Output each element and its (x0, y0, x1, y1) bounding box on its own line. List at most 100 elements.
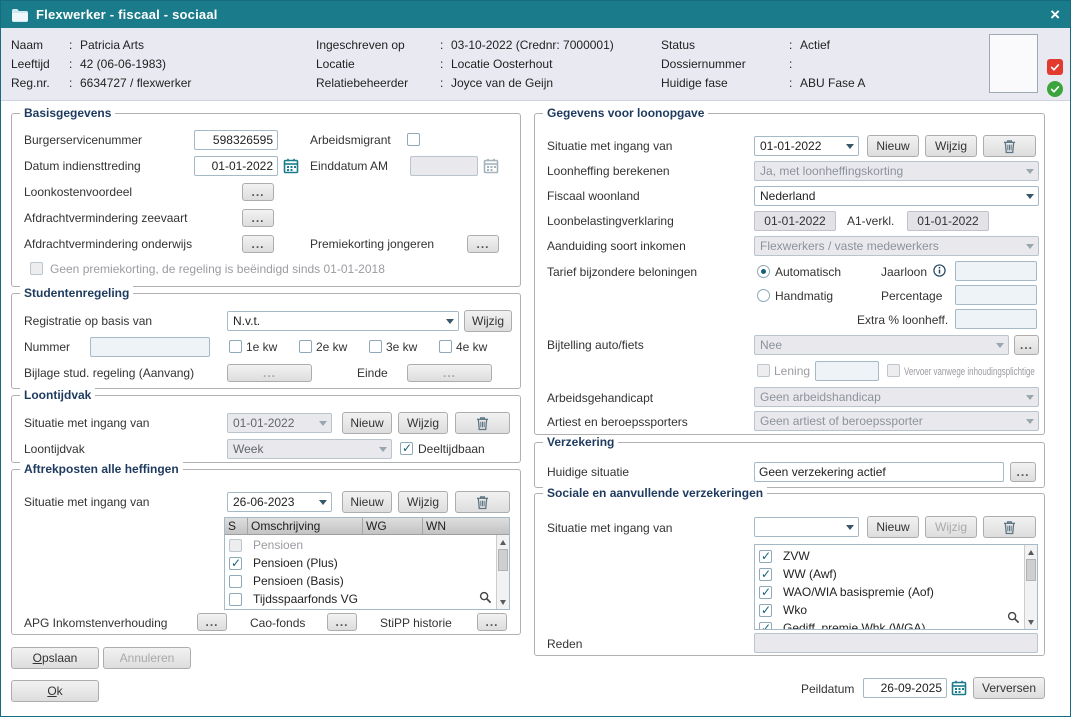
table-row[interactable]: Pensioen (225, 536, 495, 554)
item-checkbox[interactable] (759, 622, 772, 631)
kwartaal-2-label: 2e kw (316, 340, 347, 355)
list-item[interactable]: WAO/WIA basispremie (Aof) (755, 583, 1023, 601)
verversen-button[interactable]: Verversen (973, 677, 1045, 699)
scrollbar[interactable] (1024, 545, 1037, 629)
close-icon[interactable]: × (1050, 6, 1060, 23)
colon: : (789, 76, 800, 90)
arbeidsgehandicapt-dropdown: Geen arbeidshandicap (754, 387, 1039, 407)
red-check-badge[interactable] (1047, 59, 1063, 75)
extra-loonheffing-input (955, 309, 1037, 329)
situatie-dropdown[interactable] (754, 517, 859, 537)
loonbelastingverklaring-date-button[interactable]: 01-01-2022 (754, 211, 836, 231)
extra-loonheffing-label: Extra % loonheff. (857, 313, 948, 328)
bsn-input[interactable] (194, 130, 278, 150)
column-header-s: S (225, 518, 248, 534)
registratie-dropdown[interactable]: N.v.t. (227, 311, 459, 331)
peildatum-input[interactable] (863, 678, 947, 698)
calendar-icon[interactable] (949, 678, 969, 698)
nieuw-button[interactable]: Nieuw (867, 516, 919, 538)
scroll-down-icon[interactable] (1025, 616, 1037, 628)
green-check-badge[interactable] (1047, 81, 1063, 97)
verzekering-button[interactable]: ... (1010, 462, 1036, 482)
field-value: Joyce van de Geijn (451, 76, 553, 90)
jaarloon-label: Jaarloon (881, 265, 927, 280)
ok-button[interactable]: Ok (11, 680, 99, 702)
handmatig-radio[interactable] (757, 289, 770, 302)
header-column-1: Naam:Patricia Arts Leeftijd:42 (06-06-19… (11, 35, 191, 92)
registratie-wijzig-button[interactable]: Wijzig (464, 310, 512, 332)
arbeidsgehandicapt-label: Arbeidsgehandicapt (547, 391, 653, 406)
delete-button[interactable] (455, 491, 510, 513)
deeltijdbaan-checkbox[interactable] (400, 442, 413, 455)
stipp-historie-button[interactable]: ... (477, 613, 507, 631)
fiscaal-woonland-label: Fiscaal woonland (547, 189, 640, 204)
list-item[interactable]: Wko (755, 601, 1023, 619)
search-icon[interactable] (479, 591, 492, 607)
row-checkbox[interactable] (229, 557, 242, 570)
table-row[interactable]: Pensioen (Plus) (225, 554, 495, 572)
search-icon[interactable] (1007, 611, 1020, 627)
opslaan-button[interactable]: Opslaan (11, 647, 99, 669)
situatie-label: Situatie met ingang van (24, 495, 149, 510)
trash-icon (476, 416, 489, 431)
arbeidsmigrant-checkbox[interactable] (407, 133, 420, 146)
wijzig-button[interactable]: Wijzig (398, 491, 448, 513)
group-sociale-verzekeringen: Sociale en aanvullende verzekeringen Sit… (534, 493, 1045, 656)
scrollbar[interactable] (496, 535, 509, 609)
datum-indiensttreding-label: Datum indiensttreding (24, 159, 141, 174)
table-row[interactable]: Pensioen (Basis) (225, 572, 495, 590)
scroll-up-icon[interactable] (497, 536, 509, 548)
list-item[interactable]: WW (Awf) (755, 565, 1023, 583)
kwartaal-3-checkbox[interactable] (369, 340, 382, 353)
fiscaal-woonland-dropdown[interactable]: Nederland (754, 186, 1039, 206)
kwartaal-1-checkbox[interactable] (229, 340, 242, 353)
group-loonopgave: Gegevens voor loonopgave Situatie met in… (534, 113, 1045, 435)
wijzig-button[interactable]: Wijzig (925, 135, 977, 157)
bijtelling-button[interactable]: ... (1014, 335, 1039, 355)
list-item[interactable]: Gediff. premie Whk (WGA) (755, 619, 1023, 630)
scroll-down-icon[interactable] (497, 596, 509, 608)
wijzig-button[interactable]: Wijzig (398, 412, 448, 434)
nieuw-button[interactable]: Nieuw (342, 412, 392, 434)
item-checkbox[interactable] (759, 568, 772, 581)
field-label: Dossiernummer (661, 57, 789, 71)
situatie-dropdown[interactable]: 01-01-2022 (754, 136, 859, 156)
premiekorting-jongeren-button[interactable]: ... (467, 235, 499, 253)
datum-indiensttreding-input[interactable] (194, 156, 278, 176)
scrollbar-thumb[interactable] (498, 549, 508, 571)
header-column-3: Status:Actief Dossiernummer: Huidige fas… (661, 35, 865, 92)
scrollbar-thumb[interactable] (1026, 559, 1036, 581)
afdrachtvermindering-zeevaart-button[interactable]: ... (242, 209, 274, 227)
calendar-icon[interactable] (281, 156, 301, 176)
field-value: 42 (06-06-1983) (80, 57, 166, 71)
nummer-input[interactable] (90, 337, 210, 357)
a1-verklaring-date-button[interactable]: 01-01-2022 (907, 211, 989, 231)
nieuw-button[interactable]: Nieuw (867, 135, 919, 157)
item-checkbox[interactable] (759, 586, 772, 599)
nummer-label: Nummer (24, 340, 70, 355)
table-row[interactable]: Tijdsspaarfonds VG (225, 590, 495, 608)
info-icon[interactable] (932, 263, 947, 278)
window-title: Flexwerker - fiscaal - sociaal (36, 7, 218, 22)
apg-button[interactable]: ... (197, 613, 227, 631)
kwartaal-4-checkbox[interactable] (439, 340, 452, 353)
cao-fonds-button[interactable]: ... (327, 613, 357, 631)
item-checkbox[interactable] (759, 550, 772, 563)
list-item[interactable]: ZVW (755, 547, 1023, 565)
nieuw-button[interactable]: Nieuw (342, 491, 392, 513)
loonkostenvoordeel-button[interactable]: ... (242, 183, 274, 201)
delete-button[interactable] (455, 412, 510, 434)
scroll-up-icon[interactable] (1025, 546, 1037, 558)
kwartaal-2-checkbox[interactable] (299, 340, 312, 353)
delete-button[interactable] (983, 135, 1036, 157)
row-checkbox[interactable] (229, 575, 242, 588)
situatie-dropdown[interactable]: 26-06-2023 (227, 492, 332, 512)
afdrachtvermindering-onderwijs-button[interactable]: ... (242, 235, 274, 253)
field-label: Reg.nr. (11, 76, 69, 90)
delete-button[interactable] (983, 516, 1036, 538)
field-label: Naam (11, 38, 69, 52)
automatisch-radio[interactable] (757, 265, 770, 278)
colon: : (440, 38, 451, 52)
row-checkbox[interactable] (229, 593, 242, 606)
item-checkbox[interactable] (759, 604, 772, 617)
